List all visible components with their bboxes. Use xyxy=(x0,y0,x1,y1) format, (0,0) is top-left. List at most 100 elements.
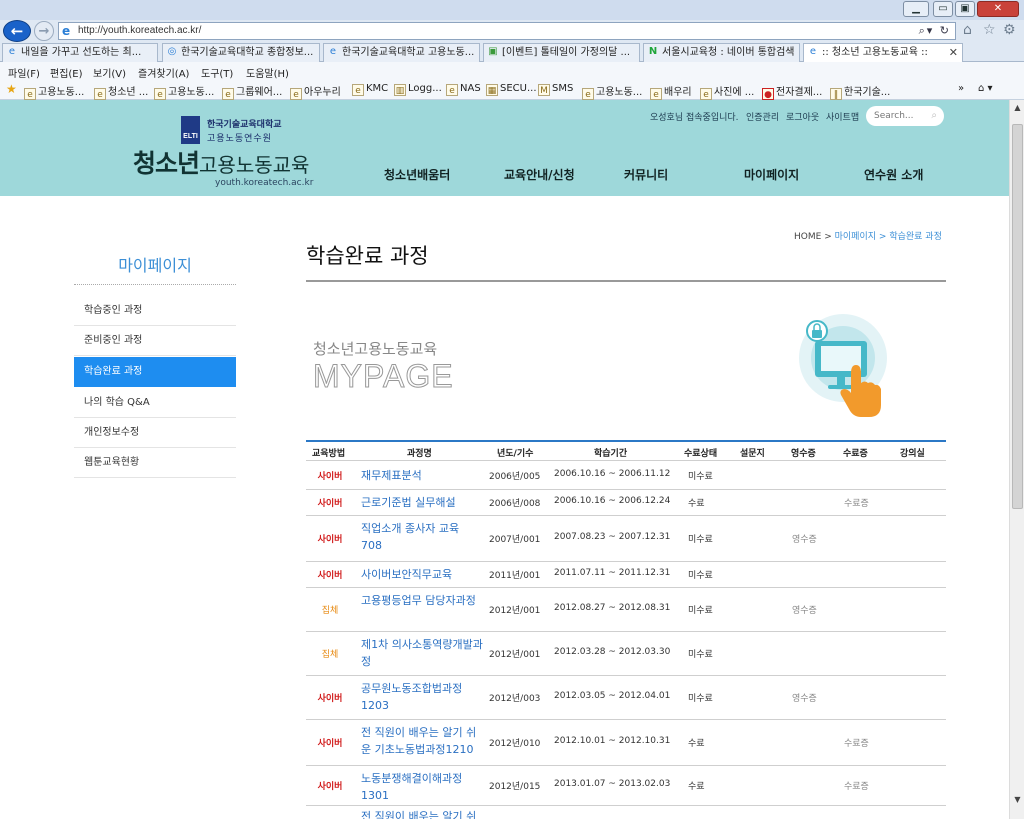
favorite-link[interactable]: e 고용노동... xyxy=(582,83,642,100)
nav-youth-learning[interactable]: 청소년배움터 xyxy=(384,166,450,183)
cert-management-link[interactable]: 인증관리 xyxy=(746,110,779,123)
favorites-star-icon[interactable]: ☆ xyxy=(983,22,996,38)
site-logo[interactable]: 청소년고용노동교육 xyxy=(133,144,309,180)
tab-close-icon[interactable]: ✕ xyxy=(949,44,958,61)
scrollbar-thumb[interactable] xyxy=(1012,124,1023,509)
browser-tab[interactable]: ▣ [이벤트] 톨테일이 가정의달 ... xyxy=(483,43,640,62)
sidebar-item-completed[interactable]: 학습완료 과정 xyxy=(74,357,236,387)
receipt-link[interactable]: 영수증 xyxy=(792,603,817,616)
restore-small-button[interactable]: ▭ xyxy=(933,1,953,17)
university-name: 한국기술교육대학교 xyxy=(207,120,282,130)
maximize-button[interactable]: ▣ xyxy=(955,1,975,17)
tab-label: 한국기술교육대학교 고용노동... xyxy=(342,47,475,58)
scroll-up-icon[interactable]: ▲ xyxy=(1010,100,1024,115)
favorite-link[interactable]: e NAS xyxy=(446,83,481,96)
course-name-link[interactable]: 전 직원이 배우는 알기 쉬운 기초노동법과정1210 xyxy=(361,724,483,758)
vertical-scrollbar[interactable]: ▲ ▼ xyxy=(1009,100,1024,819)
breadcrumb-home[interactable]: HOME xyxy=(794,232,821,242)
breadcrumb-mypage[interactable]: 마이페이지 xyxy=(835,232,876,242)
favorite-link[interactable]: ▦ SECU... xyxy=(486,83,537,96)
table-row-divider xyxy=(306,805,946,806)
university-logo-icon[interactable]: ELTI xyxy=(181,116,200,144)
menu-edit[interactable]: 편집(E) xyxy=(50,65,83,80)
sidebar-item-webtoon[interactable]: 웹툰교육현황 xyxy=(74,448,236,478)
favorite-link[interactable]: e 고용노동... xyxy=(24,83,84,100)
favorite-link[interactable]: e 그룹웨어... xyxy=(222,83,282,100)
term-cell: 2012년/001 xyxy=(489,606,541,616)
sitemap-link[interactable]: 사이트맵 xyxy=(826,110,859,123)
favorite-link[interactable]: ● 전자결제... xyxy=(762,83,822,100)
sidebar-item-qna[interactable]: 나의 학습 Q&A xyxy=(74,388,236,418)
menu-file[interactable]: 파일(F) xyxy=(8,65,40,80)
close-window-button[interactable]: ✕ xyxy=(977,1,1019,17)
favorite-link[interactable]: e 배우리 xyxy=(650,83,692,100)
sidebar-item-in-progress[interactable]: 학습중인 과정 xyxy=(74,296,236,326)
favorite-link[interactable]: e KMC xyxy=(352,83,388,96)
back-icon[interactable]: ← xyxy=(3,20,31,42)
course-name-link[interactable]: 제1차 의사소통역량개발과정 xyxy=(361,636,483,670)
browser-tab-active[interactable]: e:: 청소년 고용노동교육 :: ✕ xyxy=(803,43,963,62)
status-cell: 미수료 xyxy=(688,535,713,545)
nav-education-apply[interactable]: 교육안내/신청 xyxy=(504,166,575,183)
course-name-link[interactable]: 공무원노동조합법과정 1203 xyxy=(361,680,483,714)
address-tools-icon[interactable]: ⌕▾ ↻ xyxy=(919,24,951,38)
menu-bar: 파일(F) 편집(E) 보기(V) 즐겨찾기(A) 도구(T) 도움말(H) xyxy=(0,62,1024,80)
column-header: 수료증 xyxy=(843,449,868,459)
menu-help[interactable]: 도움말(H) xyxy=(246,65,289,80)
favorite-link[interactable]: ▥ Logg... xyxy=(394,83,442,96)
page-icon: e xyxy=(809,46,817,57)
course-name-link[interactable]: 노동분쟁해결이해과정 1301 xyxy=(361,770,483,804)
certificate-link[interactable]: 수료증 xyxy=(844,736,869,749)
course-name-link[interactable]: 재무제표분석 xyxy=(361,467,483,484)
home-dropdown-icon[interactable]: ⌂ ▾ xyxy=(978,83,993,94)
address-input[interactable]: e http://youth.koreatech.ac.kr/ ⌕▾ ↻ xyxy=(58,22,956,40)
browser-tab[interactable]: e 내일을 가꾸고 선도하는 최... xyxy=(2,43,158,62)
nav-about[interactable]: 연수원 소개 xyxy=(864,166,923,183)
minimize-button[interactable]: ▁ xyxy=(903,1,929,17)
address-bar-row: ← → e http://youth.koreatech.ac.kr/ ⌕▾ ↻… xyxy=(0,20,1024,42)
table-row-divider xyxy=(306,515,946,516)
browser-tab[interactable]: e 한국기술교육대학교 고용노동... xyxy=(323,43,480,62)
favorite-link[interactable]: e 고용노동... xyxy=(154,83,214,100)
logout-link[interactable]: 로그아웃 xyxy=(786,110,819,123)
course-name-link[interactable]: 전 직원이 배우는 알기 쉬 xyxy=(361,808,483,819)
favorite-link[interactable]: ‖ 한국기술... xyxy=(830,83,890,100)
more-favorites-icon[interactable]: » xyxy=(958,83,964,94)
status-cell: 미수료 xyxy=(688,694,713,704)
sidebar-item-profile[interactable]: 개인정보수정 xyxy=(74,418,236,448)
course-name-link[interactable]: 근로기준법 실무해설 xyxy=(361,494,483,511)
naver-icon: N xyxy=(648,46,658,57)
menu-tools[interactable]: 도구(T) xyxy=(201,65,233,80)
course-name-link[interactable]: 고용평등업무 담당자과정 xyxy=(361,592,483,609)
menu-favorites[interactable]: 즐겨찾기(A) xyxy=(138,65,189,80)
home-icon[interactable]: ⌂ xyxy=(963,22,972,38)
status-cell: 미수료 xyxy=(688,650,713,660)
favorites-star-icon[interactable]: ★ xyxy=(6,82,17,96)
scroll-down-icon[interactable]: ▼ xyxy=(1010,792,1024,807)
favorite-link[interactable]: e 청소년 ... xyxy=(94,83,148,100)
status-cell: 미수료 xyxy=(688,606,713,616)
period-cell: 2012.10.01 ~ 2012.10.31 xyxy=(554,736,671,746)
certificate-link[interactable]: 수료증 xyxy=(844,496,869,509)
receipt-link[interactable]: 영수증 xyxy=(792,691,817,704)
browser-tab[interactable]: N 서울시교육청 : 네이버 통합검색 xyxy=(643,43,800,62)
search-icon[interactable]: ⌕ xyxy=(931,106,937,126)
term-cell: 2011년/001 xyxy=(489,571,541,581)
gear-icon[interactable]: ⚙ xyxy=(1003,22,1016,38)
favorite-link[interactable]: e 사진에 ... xyxy=(700,83,754,100)
favorite-link[interactable]: M SMS xyxy=(538,83,573,96)
certificate-link[interactable]: 수료증 xyxy=(844,779,869,792)
search-input[interactable]: Search... ⌕ xyxy=(866,106,944,126)
nav-community[interactable]: 커뮤니티 xyxy=(624,166,668,183)
browser-tab[interactable]: ◎ 한국기술교육대학교 종합정보... xyxy=(162,43,320,62)
course-name-link[interactable]: 직업소개 종사자 교육 708 xyxy=(361,520,483,554)
forward-icon[interactable]: → xyxy=(34,21,54,41)
column-header: 학습기간 xyxy=(594,449,628,459)
period-cell: 2006.10.16 ~ 2006.12.24 xyxy=(554,496,671,506)
menu-view[interactable]: 보기(V) xyxy=(93,65,126,80)
sidebar-item-preparing[interactable]: 준비중인 과정 xyxy=(74,326,236,356)
course-name-link[interactable]: 사이버보안직무교육 xyxy=(361,566,483,583)
receipt-link[interactable]: 영수증 xyxy=(792,532,817,545)
nav-mypage[interactable]: 마이페이지 xyxy=(744,166,799,183)
favorite-link[interactable]: e 아우누리 xyxy=(290,83,341,100)
